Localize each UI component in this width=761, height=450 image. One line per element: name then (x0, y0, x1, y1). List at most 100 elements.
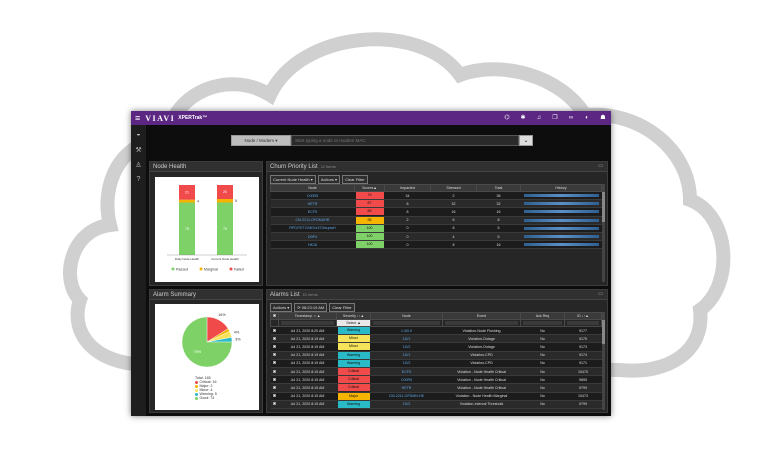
churn-node-link[interactable]: HETR (270, 199, 355, 209)
churn-total: 36 (476, 191, 521, 201)
gear-icon[interactable]: ✱ (519, 114, 527, 122)
row-checkbox[interactable] (270, 359, 279, 368)
alarm-node-link[interactable]: 1.4/0.0 (370, 326, 443, 336)
row-checkbox[interactable] (270, 392, 279, 401)
ack-filter[interactable] (523, 321, 562, 325)
alarm-row[interactable]: Jul 21, 2020 8:15 AM Major CM-2211-OFDMN-H… (270, 392, 602, 401)
node-health-filter-button[interactable]: Current Node Health ▾ (270, 175, 316, 184)
row-checkbox[interactable] (270, 351, 279, 360)
alarm-row[interactable]: Jul 21, 2020 8:19 AM Warning 1G/1 Violation… (270, 351, 602, 360)
alarm-node-link[interactable]: 1G/2 (370, 400, 443, 409)
row-checkbox[interactable] (270, 342, 279, 352)
user-icon[interactable]: ☗ (599, 114, 607, 122)
churn-node-link[interactable]: C00R5 (270, 191, 355, 201)
copy-icon[interactable]: ❐ (551, 114, 559, 122)
wrench-icon[interactable]: ⚒ (131, 146, 146, 155)
alarm-row[interactable]: Jul 21, 2020 8:15 AM Warning 1G/2 Violation… (270, 400, 602, 409)
col-severity[interactable]: Severity ↓↑▲ (336, 312, 371, 320)
alarms-clear-filter-button[interactable]: Clear Filter (329, 303, 355, 312)
churn-node-link[interactable]: ECFS (270, 207, 355, 217)
search-type-select[interactable]: Node / Modem ▾ (231, 135, 291, 146)
alarm-row[interactable]: Jul 21, 2020 8:20 AM Warning 1.4/0.0 Violat… (270, 326, 602, 336)
col-stressed[interactable]: Stressed (430, 184, 477, 192)
churn-clear-filter-button[interactable]: Clear Filter (342, 175, 368, 184)
col-node[interactable]: Node (270, 184, 355, 192)
help-icon[interactable]: ? (131, 176, 146, 185)
col-ack-req[interactable]: Ack Req (520, 312, 565, 320)
alarm-node-link[interactable]: 1G/2 (370, 359, 443, 368)
timestamp-filter[interactable] (281, 321, 334, 325)
col-timestamp[interactable]: Timestamp ↓↑▲ (278, 312, 337, 320)
churn-row[interactable]: CM-2211-OFDMUHR 95 2 6 8 (270, 216, 602, 225)
alarm-node-link[interactable]: 1G/1 (370, 334, 443, 344)
alarm-row[interactable]: Jul 21, 2020 8:15 AM Critical ECFS Violatio… (270, 367, 602, 377)
col-event[interactable]: Event (442, 312, 521, 320)
alarm-summary-title: Alarm Summary (153, 291, 197, 298)
alarm-timestamp: Jul 21, 2020 8:19 AM (278, 351, 337, 360)
row-checkbox[interactable] (270, 383, 279, 393)
contrast-icon[interactable]: ◐ (583, 114, 591, 122)
churn-node-link[interactable]: HK16 (270, 240, 355, 250)
window-icon[interactable]: ▭ (598, 291, 603, 297)
churn-node-link[interactable]: D0P4 (270, 232, 355, 242)
churn-row[interactable]: HETR 87 8 32 32 (270, 199, 602, 209)
alarm-timestamp: Jul 21, 2020 8:15 AM (278, 367, 337, 377)
alarm-node-link[interactable]: 1G/2 (370, 342, 443, 352)
row-checkbox[interactable] (270, 367, 279, 377)
search-input[interactable] (291, 135, 519, 146)
select-all-checkbox[interactable] (270, 312, 279, 320)
churn-row[interactable]: C00R5 79 34 2 36 (270, 191, 602, 201)
row-checkbox[interactable] (270, 326, 279, 336)
churn-row[interactable]: HK16 100 0 8 16 (270, 240, 602, 250)
col-id[interactable]: ID ↓↑▲ (564, 312, 602, 320)
event-filter[interactable] (445, 321, 518, 325)
sitemap-icon[interactable]: ⌬ (503, 114, 511, 122)
alarm-node-link[interactable]: CM-2211-OFDMN-HE (370, 392, 443, 401)
bell-icon[interactable]: ♫ (535, 114, 543, 122)
dashboard-icon[interactable]: ◒ (131, 131, 146, 140)
col-scores[interactable]: Scores▲ (354, 184, 385, 192)
bar-segment-marginal[interactable] (179, 199, 195, 203)
alarms-toolbar: Actions ▾ ⟳ 08:23:19 AM Clear Filter (270, 303, 357, 312)
alarm-node-link[interactable]: C00R5 (370, 375, 443, 385)
alarm-event: Violation-CPD (442, 351, 521, 360)
churn-row[interactable]: ECFS 89 8 16 16 (270, 207, 602, 217)
node-filter[interactable] (373, 321, 440, 325)
alarm-node-link[interactable]: HETR (370, 383, 443, 393)
col-impacted[interactable]: Impacted (384, 184, 431, 192)
churn-node-link[interactable]: RPD/TETC/MIS/xZ70/supwH (270, 224, 355, 233)
alarm-node-link[interactable]: ECFS (370, 367, 443, 377)
alarm-severity: Minor (336, 334, 371, 344)
alarm-severity: Warning (336, 359, 371, 368)
col-node[interactable]: Node (370, 312, 443, 320)
alarm-timestamp: Jul 21, 2020 8:15 AM (278, 392, 337, 401)
churn-node-link[interactable]: CM-2211-OFDMUHR (270, 216, 355, 225)
search-dropdown-button[interactable]: ⌄ (519, 135, 533, 146)
alarm-row[interactable]: Jul 21, 2020 8:19 AM Minor 1G/1 Violation-O… (270, 334, 602, 344)
churn-actions-button[interactable]: Actions ▾ (317, 175, 341, 184)
id-filter[interactable] (567, 321, 599, 325)
row-checkbox[interactable] (270, 334, 279, 344)
alarm-row[interactable]: Jul 21, 2020 8:15 AM Critical C00R5 Violati… (270, 375, 602, 385)
person-icon[interactable]: ♙ (131, 161, 146, 170)
alarms-scroll-thumb[interactable] (602, 320, 605, 344)
link-icon[interactable]: ∞ (567, 114, 575, 122)
bar-segment-marginal[interactable] (217, 199, 233, 203)
alarm-row[interactable]: Jul 21, 2020 8:19 AM Minor 1G/2 Violation-O… (270, 342, 602, 352)
alarm-row[interactable]: Jul 21, 2020 8:15 AM Critical HETR Violatio… (270, 383, 602, 393)
hamburger-menu-icon[interactable]: ≡ (135, 113, 140, 123)
col-history[interactable]: History (520, 184, 602, 192)
alarms-actions-button[interactable]: Actions ▾ (270, 303, 293, 312)
churn-row[interactable]: RPD/TETC/MIS/xZ70/supwH 100 0 8 5 (270, 224, 602, 233)
refresh-button[interactable]: ⟳ 08:23:19 AM (294, 303, 328, 312)
col-total[interactable]: Total (476, 184, 521, 192)
alarm-row[interactable]: Jul 21, 2020 8:19 AM Warning 1G/2 Violation… (270, 359, 602, 368)
churn-row[interactable]: D0P4 100 0 4 5 (270, 232, 602, 242)
churn-scroll-thumb[interactable] (602, 192, 605, 222)
severity-filter-select[interactable]: Select ▲ (336, 319, 371, 327)
row-checkbox[interactable] (270, 400, 279, 409)
window-icon[interactable]: ▭ (598, 163, 603, 169)
alarm-node-link[interactable]: 1G/1 (370, 351, 443, 360)
alarm-event: Violation-Interval Threshold (442, 400, 521, 409)
row-checkbox[interactable] (270, 375, 279, 385)
